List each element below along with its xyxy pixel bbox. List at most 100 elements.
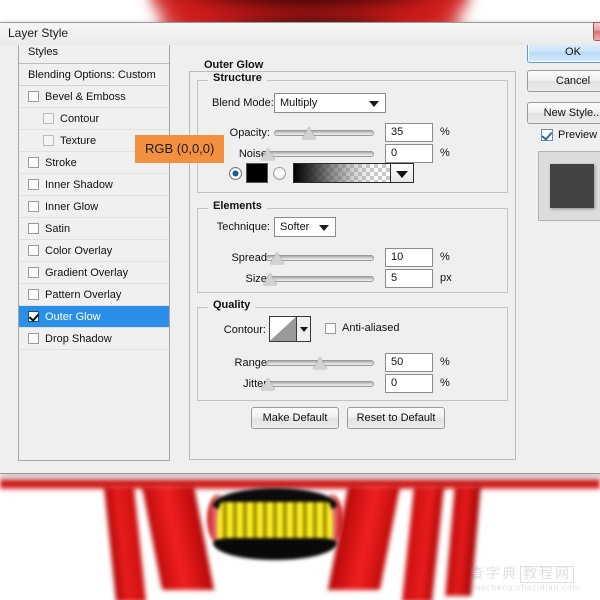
slider-track: [274, 130, 374, 136]
opacity-slider[interactable]: [274, 125, 374, 141]
background-yellow-grille: [213, 488, 337, 566]
slider-track: [266, 151, 374, 157]
effect-row-outer-glow[interactable]: Outer Glow: [19, 306, 169, 328]
effect-row-inner-glow[interactable]: Inner Glow: [19, 196, 169, 218]
slider-thumb[interactable]: [261, 378, 275, 390]
range-label: Range:: [204, 357, 270, 369]
background-red-leg: [445, 486, 481, 596]
noise-slider[interactable]: [266, 146, 374, 162]
range-input[interactable]: 50: [385, 353, 433, 372]
close-icon[interactable]: [593, 22, 600, 41]
effect-label: Satin: [45, 218, 70, 240]
preview-row[interactable]: Preview: [541, 129, 597, 141]
range-slider[interactable]: [266, 355, 374, 371]
blending-options-row[interactable]: Blending Options: Custom: [19, 64, 169, 86]
effect-label: Gradient Overlay: [45, 262, 128, 284]
technique-value: Softer: [280, 221, 309, 233]
effect-checkbox[interactable]: [28, 311, 39, 322]
slider-thumb[interactable]: [261, 148, 275, 160]
glow-gradient-dropdown[interactable]: [391, 163, 414, 183]
chevron-down-icon: [300, 327, 308, 332]
effect-row-contour[interactable]: Contour: [19, 108, 169, 130]
chevron-down-icon: [369, 101, 379, 107]
effect-checkbox[interactable]: [43, 135, 54, 146]
background-red-leg: [402, 486, 444, 600]
glow-color-radio[interactable]: [229, 167, 242, 180]
effect-label: Contour: [60, 108, 99, 130]
styles-list-panel: Styles Blending Options: Custom Bevel & …: [18, 40, 170, 461]
anti-aliased-row[interactable]: Anti-aliased: [325, 322, 399, 334]
effect-checkbox[interactable]: [43, 113, 54, 124]
glow-gradient-radio[interactable]: [273, 167, 286, 180]
slider-thumb[interactable]: [302, 127, 316, 139]
anti-aliased-label: Anti-aliased: [342, 322, 399, 334]
effect-label: Stroke: [45, 152, 77, 174]
effect-checkbox[interactable]: [28, 157, 39, 168]
effect-row-color-overlay[interactable]: Color Overlay: [19, 240, 169, 262]
slider-track: [266, 381, 374, 387]
effect-checkbox[interactable]: [28, 289, 39, 300]
spread-unit: %: [440, 251, 450, 263]
spread-label: Spread:: [202, 252, 270, 264]
technique-dropdown[interactable]: Softer: [274, 217, 336, 237]
preview-thumbnail-frame: [538, 151, 600, 221]
effect-label: Bevel & Emboss: [45, 86, 126, 108]
noise-unit: %: [440, 147, 450, 159]
anti-aliased-checkbox[interactable]: [325, 323, 336, 334]
new-style-button[interactable]: New Style...: [527, 102, 600, 124]
blend-mode-label: Blend Mode:: [212, 97, 270, 109]
effect-row-bevel-emboss[interactable]: Bevel & Emboss: [19, 86, 169, 108]
elements-legend: Elements: [208, 200, 267, 212]
size-unit: px: [440, 272, 452, 284]
preview-label: Preview: [558, 129, 597, 141]
structure-legend: Structure: [208, 72, 267, 84]
spread-slider[interactable]: [266, 250, 374, 266]
opacity-input[interactable]: 35: [385, 123, 433, 142]
glow-gradient-preview[interactable]: [293, 163, 391, 183]
reset-to-default-button[interactable]: Reset to Default: [347, 407, 445, 429]
effect-label: Outer Glow: [45, 306, 101, 328]
effect-checkbox[interactable]: [28, 201, 39, 212]
effect-checkbox[interactable]: [28, 179, 39, 190]
dialog-title: Layer Style: [8, 26, 68, 40]
dialog-titlebar: Layer Style: [0, 23, 600, 45]
slider-thumb[interactable]: [270, 252, 284, 264]
effect-label: Texture: [60, 130, 96, 152]
size-label: Size:: [212, 273, 270, 285]
effect-label: Inner Shadow: [45, 174, 113, 196]
effect-checkbox[interactable]: [28, 245, 39, 256]
noise-input[interactable]: 0: [385, 144, 433, 163]
effect-row-gradient-overlay[interactable]: Gradient Overlay: [19, 262, 169, 284]
glow-color-swatch[interactable]: [246, 163, 268, 183]
effect-checkbox[interactable]: [28, 333, 39, 344]
make-default-button[interactable]: Make Default: [251, 407, 339, 429]
preview-thumbnail: [550, 164, 594, 208]
rgb-annotation-badge: RGB (0,0,0): [135, 135, 224, 163]
effect-row-satin[interactable]: Satin: [19, 218, 169, 240]
chevron-down-icon: [319, 225, 329, 231]
jitter-input[interactable]: 0: [385, 374, 433, 393]
slider-thumb[interactable]: [313, 357, 327, 369]
size-input[interactable]: 5: [385, 269, 433, 288]
blend-mode-dropdown[interactable]: Multiply: [274, 93, 386, 113]
preview-checkbox[interactable]: [541, 129, 553, 141]
effect-checkbox[interactable]: [28, 91, 39, 102]
size-slider[interactable]: [266, 271, 374, 287]
range-unit: %: [440, 356, 450, 368]
cancel-button[interactable]: Cancel: [527, 70, 600, 92]
contour-preview[interactable]: [269, 316, 297, 342]
quality-legend: Quality: [208, 299, 255, 311]
effect-row-inner-shadow[interactable]: Inner Shadow: [19, 174, 169, 196]
slider-thumb[interactable]: [263, 273, 277, 285]
background-red-rim-top: [150, 0, 470, 20]
slider-track: [266, 276, 374, 282]
spread-input[interactable]: 10: [385, 248, 433, 267]
effect-row-drop-shadow[interactable]: Drop Shadow: [19, 328, 169, 350]
effect-checkbox[interactable]: [28, 267, 39, 278]
jitter-slider[interactable]: [266, 376, 374, 392]
contour-dropdown[interactable]: [297, 316, 311, 342]
effect-row-pattern-overlay[interactable]: Pattern Overlay: [19, 284, 169, 306]
effect-checkbox[interactable]: [28, 223, 39, 234]
chevron-down-icon: [396, 171, 408, 178]
blend-mode-value: Multiply: [280, 97, 317, 109]
